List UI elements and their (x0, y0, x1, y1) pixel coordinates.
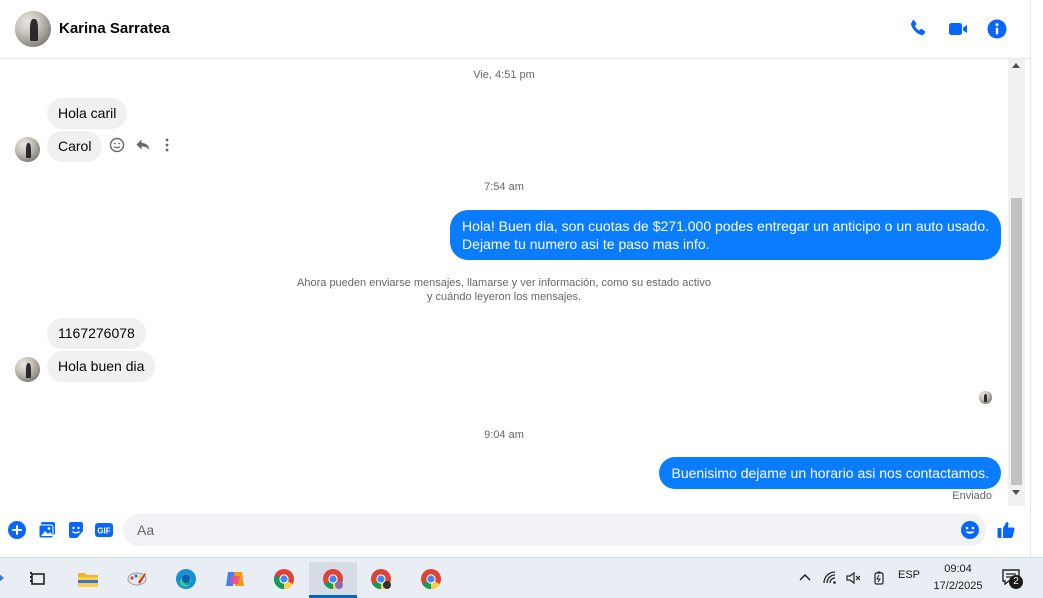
clock-time: 09:04 (944, 563, 972, 575)
phone-icon[interactable] (906, 17, 930, 41)
incoming-message[interactable]: Carol (47, 131, 103, 162)
gif-label: GIF (97, 527, 110, 536)
contact-avatar (15, 357, 40, 382)
language-indicator[interactable]: ESP (898, 569, 920, 581)
incoming-message[interactable]: Hola buen dia (47, 351, 156, 382)
chrome-profile-button[interactable] (360, 562, 400, 598)
timestamp: Vie, 4:51 pm (473, 69, 535, 81)
chrome-button[interactable] (410, 562, 450, 598)
gif-icon[interactable]: GIF (94, 520, 114, 540)
contact-avatar[interactable] (15, 11, 51, 47)
contact-name[interactable]: Karina Sarratea (59, 20, 170, 37)
message-status: Enviado (952, 490, 992, 502)
reply-icon[interactable] (134, 136, 152, 154)
outgoing-message[interactable]: Buenisimo dejame un horario asi nos cont… (659, 457, 1001, 489)
chrome-profile-icon (323, 569, 343, 590)
more-options-icon[interactable] (158, 136, 176, 154)
scroll-down-arrow[interactable] (1012, 490, 1020, 495)
info-icon[interactable] (985, 17, 1009, 41)
outgoing-message[interactable]: Hola! Buen dia, son cuotas de $271.000 p… (450, 210, 1001, 260)
incoming-message[interactable]: Hola caril (47, 98, 128, 129)
scroll-thumb[interactable] (1011, 198, 1022, 485)
photo-icon[interactable] (37, 520, 57, 540)
read-receipt-avatar (979, 391, 992, 404)
sticker-icon[interactable] (66, 520, 86, 540)
copilot-icon (226, 572, 244, 586)
wifi-icon[interactable] (822, 570, 838, 586)
notification-badge: 2 (1009, 575, 1023, 589)
notification-center[interactable]: 2 (1001, 567, 1023, 589)
copilot-button[interactable] (214, 562, 254, 598)
conversation-header: Karina Sarratea (0, 0, 1030, 59)
task-view-button[interactable] (17, 562, 57, 598)
clock-date: 17/2/2025 (933, 580, 983, 592)
like-icon[interactable] (996, 520, 1016, 540)
system-notice-line: Ahora pueden enviarse mensajes, llamarse… (297, 277, 711, 289)
contact-avatar (15, 137, 40, 162)
message-text: Dejame tu numero asi te paso mas info. (462, 236, 710, 252)
message-input[interactable] (135, 521, 939, 539)
timestamp: 9:04 am (484, 429, 524, 441)
chrome-button[interactable] (263, 562, 303, 598)
scroll-up-arrow[interactable] (1012, 63, 1020, 68)
mute-speaker-icon[interactable] (845, 570, 861, 586)
chevron-up-icon[interactable] (798, 571, 812, 585)
chrome-icon (274, 569, 294, 590)
paint-icon (127, 572, 147, 586)
message-list[interactable]: Vie, 4:51 pm Hola caril Carol 7:54 am Ho… (0, 59, 1008, 506)
battery-icon[interactable] (871, 570, 887, 586)
arrow-icon[interactable] (0, 570, 4, 586)
windows-taskbar: ESP 09:04 17/2/2025 2 (0, 557, 1043, 598)
emoji-icon[interactable] (960, 520, 980, 540)
chat-scrollbar[interactable] (1008, 59, 1025, 506)
system-notice: Ahora pueden enviarse mensajes, llamarse… (0, 276, 1008, 304)
chrome-profile-button-active[interactable] (309, 562, 357, 598)
timestamp: 7:54 am (484, 181, 524, 193)
file-explorer-button[interactable] (67, 562, 107, 598)
message-composer: GIF (0, 506, 1030, 557)
paint-button[interactable] (116, 562, 156, 598)
system-notice-line: y cuándo leyeron los mensajes. (426, 291, 582, 303)
chrome-icon (421, 569, 441, 590)
video-icon[interactable] (946, 17, 970, 41)
message-text: Hola! Buen dia, son cuotas de $271.000 p… (462, 218, 989, 234)
plus-icon[interactable] (7, 520, 27, 540)
chrome-profile-icon (371, 569, 391, 590)
incoming-message[interactable]: 1167276078 (47, 318, 146, 349)
edge-icon (176, 569, 196, 589)
file-explorer-icon (78, 573, 98, 587)
system-clock[interactable]: 09:04 17/2/2025 (920, 561, 996, 595)
message-input-box[interactable] (123, 514, 986, 546)
emoji-react-icon[interactable] (108, 136, 126, 154)
window-right-edge (1030, 0, 1043, 557)
edge-button[interactable] (165, 562, 205, 598)
task-view-icon (30, 572, 45, 585)
